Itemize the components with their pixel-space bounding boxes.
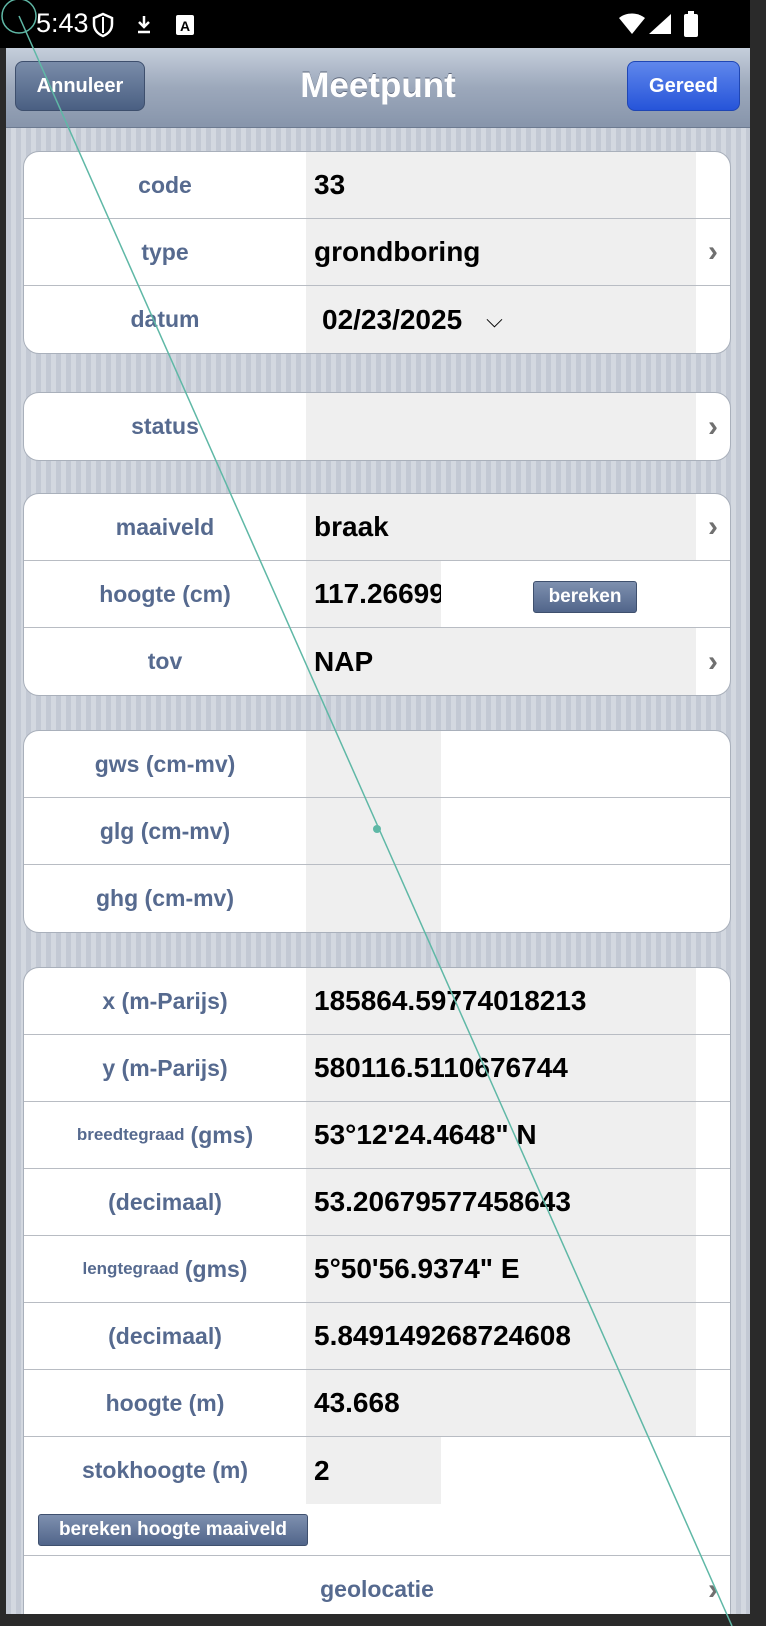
y-label: y (m-Parijs) <box>102 1054 228 1081</box>
status-label: status <box>131 413 199 439</box>
download-icon <box>135 14 153 41</box>
identity-group: code 33 type grondboring › datum 02/23/2… <box>23 151 731 354</box>
height-cm-field[interactable]: 117.26699 <box>306 561 441 627</box>
reference-value[interactable]: NAP <box>306 628 696 695</box>
gws-row: gws (cm-mv) <box>24 731 730 798</box>
done-button[interactable]: Gereed <box>627 61 740 111</box>
wifi-icon <box>618 13 646 40</box>
battery-icon <box>684 11 698 42</box>
latitude-decimal-label: (decimaal) <box>108 1188 222 1215</box>
glg-row: glg (cm-mv) <box>24 798 730 865</box>
chevron-right-icon[interactable]: › <box>708 235 718 269</box>
surface-group: maaiveld braak › hoogte (cm) 117.26699 b… <box>23 493 731 696</box>
latitude-decimal-field[interactable]: 53.20679577458643 <box>306 1169 696 1235</box>
type-value[interactable]: grondboring <box>306 219 696 285</box>
geolocation-label: geolocatie <box>320 1576 434 1602</box>
glg-label: glg (cm-mv) <box>99 817 231 844</box>
reference-label: tov <box>147 648 183 674</box>
code-field[interactable]: 33 <box>306 152 696 218</box>
stick-height-label: stokhoogte (m) <box>81 1457 249 1483</box>
font-icon: A <box>175 14 195 41</box>
longitude-caption: lengtegraad <box>82 1259 179 1278</box>
code-row[interactable]: code 33 <box>24 152 730 219</box>
glg-field[interactable] <box>306 798 441 864</box>
latitude-dms-row: breedtegraad (gms) 53°12'24.4648" N <box>24 1102 730 1169</box>
reference-row[interactable]: tov NAP › <box>24 628 730 695</box>
y-field[interactable]: 580116.5110676744 <box>306 1035 696 1101</box>
chevron-right-icon[interactable]: › <box>708 410 718 444</box>
type-label: type <box>141 238 189 265</box>
calculate-button[interactable]: bereken <box>533 581 637 613</box>
status-group: status › <box>23 392 731 461</box>
chevron-right-icon[interactable]: › <box>708 510 718 544</box>
surface-value[interactable]: braak <box>306 494 696 560</box>
geolocation-row[interactable]: geolocatie › <box>24 1556 730 1614</box>
calculate-ground-height-button[interactable]: bereken hoogte maaiveld <box>38 1514 308 1546</box>
chevron-right-icon[interactable]: › <box>708 1573 718 1607</box>
latitude-decimal-row: (decimaal) 53.20679577458643 <box>24 1169 730 1236</box>
ghg-field[interactable] <box>306 865 441 932</box>
chevron-down-icon[interactable]: ⌵ <box>486 307 503 333</box>
longitude-decimal-row: (decimaal) 5.849149268724608 <box>24 1303 730 1370</box>
signal-icon <box>648 13 672 40</box>
calc-ground-row: bereken hoogte maaiveld <box>24 1504 730 1556</box>
longitude-decimal-label: (decimaal) <box>108 1322 222 1349</box>
longitude-unit: (gms) <box>184 1255 248 1282</box>
height-m-row: hoogte (m) 43.668 <box>24 1370 730 1437</box>
height-cm-row: hoogte (cm) 117.26699 bereken <box>24 561 730 628</box>
height-m-label: hoogte (m) <box>105 1389 225 1416</box>
stick-height-field[interactable]: 2 <box>306 1437 441 1504</box>
longitude-dms-label: lengtegraad (gms) <box>24 1236 306 1302</box>
x-label: x (m-Parijs) <box>102 987 228 1014</box>
latitude-caption: breedtegraad <box>76 1125 185 1144</box>
y-row: y (m-Parijs) 580116.5110676744 <box>24 1035 730 1102</box>
date-row[interactable]: datum 02/23/2025 ⌵ <box>24 286 730 353</box>
height-m-field[interactable]: 43.668 <box>306 1370 696 1436</box>
code-label: code <box>138 171 192 198</box>
stick-height-row: stokhoogte (m) 2 <box>24 1437 730 1504</box>
app-view: Annuleer Meetpunt Gereed code 33 type gr… <box>6 48 750 1614</box>
longitude-decimal-field[interactable]: 5.849149268724608 <box>306 1303 696 1369</box>
longitude-dms-row: lengtegraad (gms) 5°50'56.9374" E <box>24 1236 730 1303</box>
groundwater-group: gws (cm-mv) glg (cm-mv) ghg (cm-mv) <box>23 730 731 933</box>
latitude-dms-field[interactable]: 53°12'24.4648" N <box>306 1102 696 1168</box>
status-row[interactable]: status › <box>24 393 730 460</box>
type-row[interactable]: type grondboring › <box>24 219 730 286</box>
shield-icon <box>92 12 114 43</box>
date-picker[interactable]: 02/23/2025 ⌵ <box>306 286 696 353</box>
x-field[interactable]: 185864.59774018213 <box>306 968 696 1034</box>
gws-label: gws (cm-mv) <box>94 750 236 777</box>
coordinates-group: x (m-Parijs) 185864.59774018213 y (m-Par… <box>23 967 731 1614</box>
surface-label: maaiveld <box>115 513 215 540</box>
chevron-right-icon[interactable]: › <box>708 645 718 679</box>
surface-row[interactable]: maaiveld braak › <box>24 494 730 561</box>
latitude-dms-label: breedtegraad (gms) <box>24 1102 306 1168</box>
date-label: datum <box>130 306 200 332</box>
navigation-bar: Annuleer Meetpunt Gereed <box>6 48 750 128</box>
height-cm-label: hoogte (cm) <box>99 580 231 607</box>
svg-text:A: A <box>180 18 190 34</box>
status-value[interactable] <box>306 393 696 460</box>
latitude-unit: (gms) <box>190 1121 254 1148</box>
gws-field[interactable] <box>306 731 441 797</box>
ghg-label: ghg (cm-mv) <box>96 885 234 911</box>
longitude-dms-field[interactable]: 5°50'56.9374" E <box>306 1236 696 1302</box>
status-bar: 5:43 A <box>0 0 750 48</box>
date-value: 02/23/2025 <box>322 303 463 335</box>
x-row: x (m-Parijs) 185864.59774018213 <box>24 968 730 1035</box>
ghg-row: ghg (cm-mv) <box>24 865 730 932</box>
status-time: 5:43 <box>36 8 89 38</box>
